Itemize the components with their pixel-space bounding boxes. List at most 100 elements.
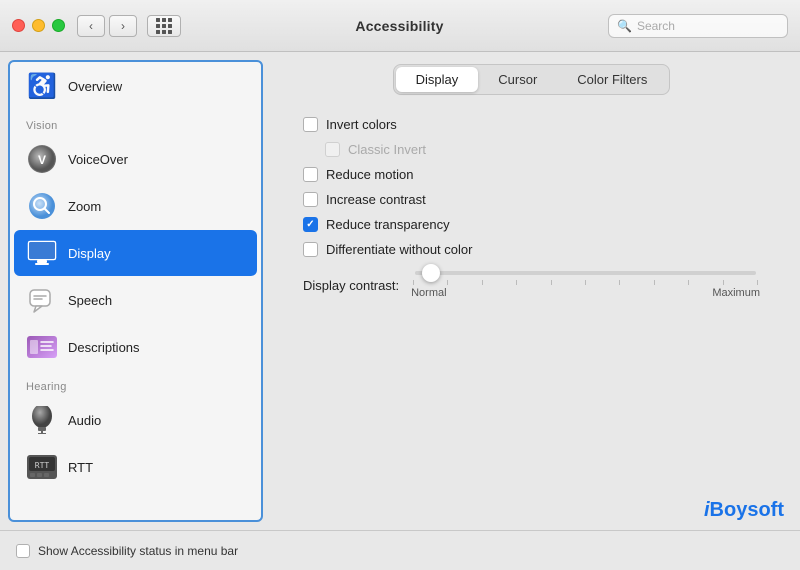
classic-invert-checkbox[interactable] [325, 142, 340, 157]
overview-icon-wrap: ♿ [26, 70, 58, 102]
invert-colors-label: Invert colors [326, 117, 397, 132]
slider-ticks [411, 280, 760, 285]
display-contrast-section: Display contrast: [303, 271, 760, 299]
speech-icon-wrap [26, 284, 58, 316]
differentiate-label: Differentiate without color [326, 242, 472, 257]
nav-buttons: ‹ › [77, 15, 137, 37]
section-hearing: Hearing [10, 371, 261, 396]
search-box[interactable]: 🔍 Search [608, 14, 788, 38]
sidebar-label-descriptions: Descriptions [68, 340, 140, 355]
reduce-motion-label: Reduce motion [326, 167, 413, 182]
display-icon-wrap [26, 237, 58, 269]
contrast-slider-track [415, 271, 756, 275]
differentiate-checkbox[interactable] [303, 242, 318, 257]
traffic-lights [12, 19, 65, 32]
invert-colors-checkbox[interactable] [303, 117, 318, 132]
slider-wrapper: Normal Maximum [411, 271, 760, 299]
title-bar: ‹ › Accessibility 🔍 Search [0, 0, 800, 52]
audio-icon [30, 406, 54, 434]
sidebar-item-overview[interactable]: ♿ Overview [14, 63, 257, 109]
tick-4 [551, 280, 552, 285]
svg-text:RTT: RTT [35, 461, 50, 470]
sidebar-item-audio[interactable]: Audio [14, 397, 257, 443]
sidebar: ♿ Overview Vision V VoiceOver [8, 60, 263, 522]
tab-color-filters[interactable]: Color Filters [557, 67, 667, 92]
main-content: ♿ Overview Vision V VoiceOver [0, 52, 800, 530]
sidebar-label-rtt: RTT [68, 460, 93, 475]
reduce-transparency-checkbox[interactable] [303, 217, 318, 232]
svg-text:V: V [38, 153, 46, 167]
descriptions-icon [27, 336, 57, 358]
back-button[interactable]: ‹ [77, 15, 105, 37]
rtt-icon-wrap: RTT [26, 451, 58, 483]
tick-7 [654, 280, 655, 285]
classic-invert-row: Classic Invert [325, 142, 760, 157]
tab-group: Display Cursor Color Filters [393, 64, 671, 95]
fullscreen-button[interactable] [52, 19, 65, 32]
speech-icon [28, 286, 56, 314]
classic-invert-label: Classic Invert [348, 142, 426, 157]
forward-button[interactable]: › [109, 15, 137, 37]
sidebar-label-audio: Audio [68, 413, 101, 428]
reduce-motion-row: Reduce motion [303, 167, 760, 182]
reduce-transparency-label: Reduce transparency [326, 217, 450, 232]
slider-max-label: Maximum [712, 287, 760, 299]
increase-contrast-label: Increase contrast [326, 192, 426, 207]
minimize-button[interactable] [32, 19, 45, 32]
descriptions-icon-wrap [26, 331, 58, 363]
differentiate-row: Differentiate without color [303, 242, 760, 257]
contrast-slider-thumb[interactable] [422, 264, 440, 282]
sidebar-item-voiceover[interactable]: V VoiceOver [14, 136, 257, 182]
search-placeholder: Search [637, 19, 675, 33]
watermark-text: Boysoft [710, 499, 784, 521]
display-contrast-label: Display contrast: [303, 278, 399, 293]
close-button[interactable] [12, 19, 25, 32]
tick-1 [447, 280, 448, 285]
search-icon: 🔍 [617, 19, 632, 33]
section-vision: Vision [10, 110, 261, 135]
tab-bar: Display Cursor Color Filters [283, 64, 780, 95]
zoom-icon [28, 192, 56, 220]
increase-contrast-row: Increase contrast [303, 192, 760, 207]
tick-6 [619, 280, 620, 285]
tab-cursor[interactable]: Cursor [478, 67, 557, 92]
watermark: iBoysoft [704, 499, 784, 522]
right-panel: Display Cursor Color Filters Invert colo… [263, 52, 800, 530]
sidebar-item-zoom[interactable]: Zoom [14, 183, 257, 229]
audio-icon-wrap [26, 404, 58, 436]
sidebar-label-speech: Speech [68, 293, 112, 308]
bottom-bar: Show Accessibility status in menu bar [0, 530, 800, 570]
grid-icon [156, 18, 172, 34]
tick-10 [757, 280, 758, 285]
sidebar-item-descriptions[interactable]: Descriptions [14, 324, 257, 370]
sidebar-label-voiceover: VoiceOver [68, 152, 128, 167]
grid-view-button[interactable] [147, 15, 181, 37]
rtt-icon: RTT [27, 455, 57, 479]
voiceover-icon: V [28, 145, 56, 173]
tick-8 [688, 280, 689, 285]
display-icon [27, 239, 57, 267]
tick-0 [413, 280, 414, 285]
increase-contrast-checkbox[interactable] [303, 192, 318, 207]
menu-bar-label: Show Accessibility status in menu bar [38, 544, 238, 558]
tick-9 [723, 280, 724, 285]
invert-colors-row: Invert colors [303, 117, 760, 132]
settings-area: Invert colors Classic Invert Reduce moti… [283, 113, 780, 303]
slider-labels: Normal Maximum [411, 287, 760, 299]
sidebar-item-speech[interactable]: Speech [14, 277, 257, 323]
tick-5 [585, 280, 586, 285]
reduce-transparency-row: Reduce transparency [303, 217, 760, 232]
sidebar-label-display: Display [68, 246, 111, 261]
sidebar-label-zoom: Zoom [68, 199, 101, 214]
tick-2 [482, 280, 483, 285]
sidebar-item-rtt[interactable]: RTT RTT [14, 444, 257, 490]
sidebar-label-overview: Overview [68, 79, 122, 94]
reduce-motion-checkbox[interactable] [303, 167, 318, 182]
tab-display[interactable]: Display [396, 67, 479, 92]
menu-bar-checkbox[interactable] [16, 544, 30, 558]
tick-3 [516, 280, 517, 285]
sidebar-item-display[interactable]: Display [14, 230, 257, 276]
window-title: Accessibility [191, 18, 608, 34]
slider-min-label: Normal [411, 287, 446, 299]
voiceover-icon-wrap: V [26, 143, 58, 175]
